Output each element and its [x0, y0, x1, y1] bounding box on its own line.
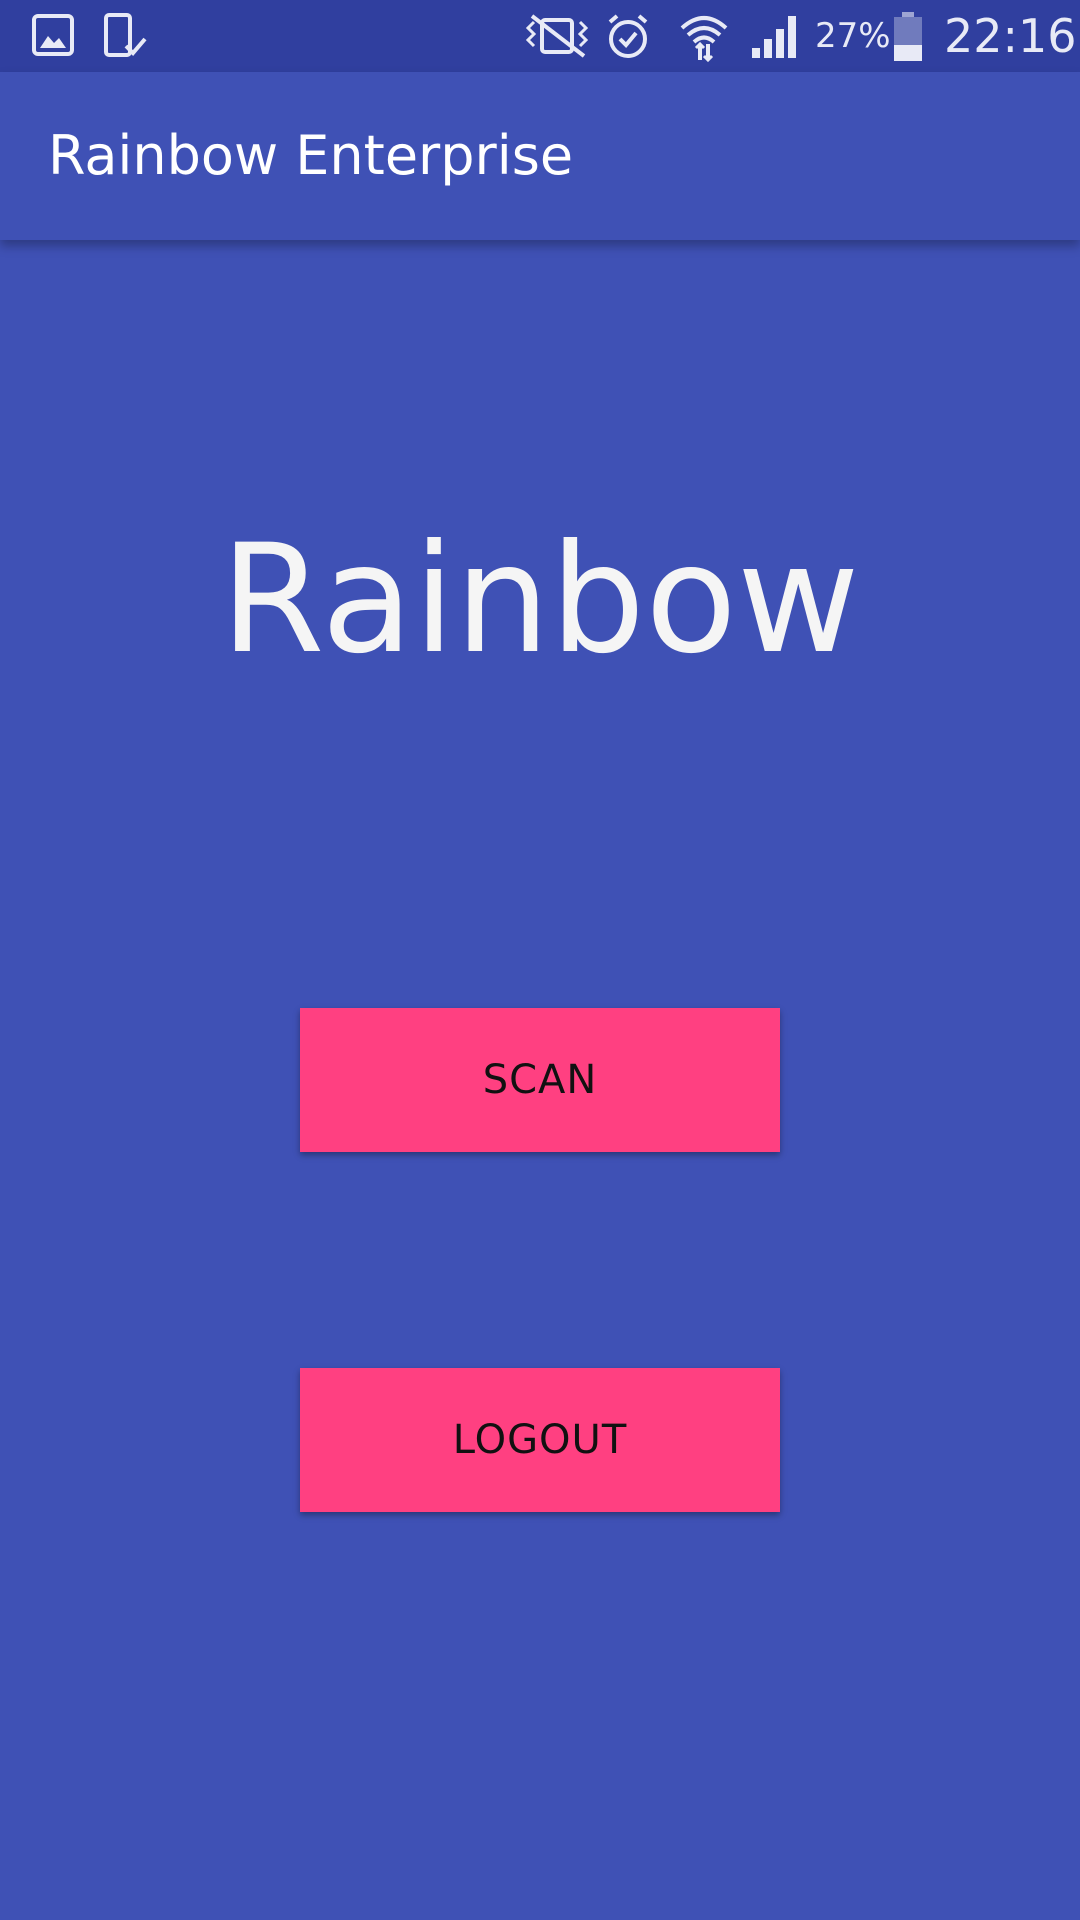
- wifi-icon: [678, 12, 730, 63]
- app-title: Rainbow Enterprise: [48, 124, 574, 187]
- main-content: Rainbow SCAN LOGOUT: [0, 240, 1080, 1920]
- scan-button[interactable]: SCAN: [300, 1008, 780, 1152]
- status-bar: 27% 22:16: [0, 0, 1080, 72]
- alarm-icon: [604, 12, 652, 60]
- gallery-icon: [30, 12, 76, 60]
- hero-title: Rainbow: [220, 513, 860, 687]
- battery-icon: [892, 12, 924, 61]
- app-bar: Rainbow Enterprise: [0, 72, 1080, 240]
- device-check-icon: [102, 12, 148, 60]
- signal-icon: [750, 12, 802, 60]
- logout-button[interactable]: LOGOUT: [300, 1368, 780, 1512]
- status-clock: 22:16: [944, 9, 1077, 63]
- vibrate-mute-icon: [522, 12, 592, 60]
- battery-percent: 27%: [815, 16, 891, 56]
